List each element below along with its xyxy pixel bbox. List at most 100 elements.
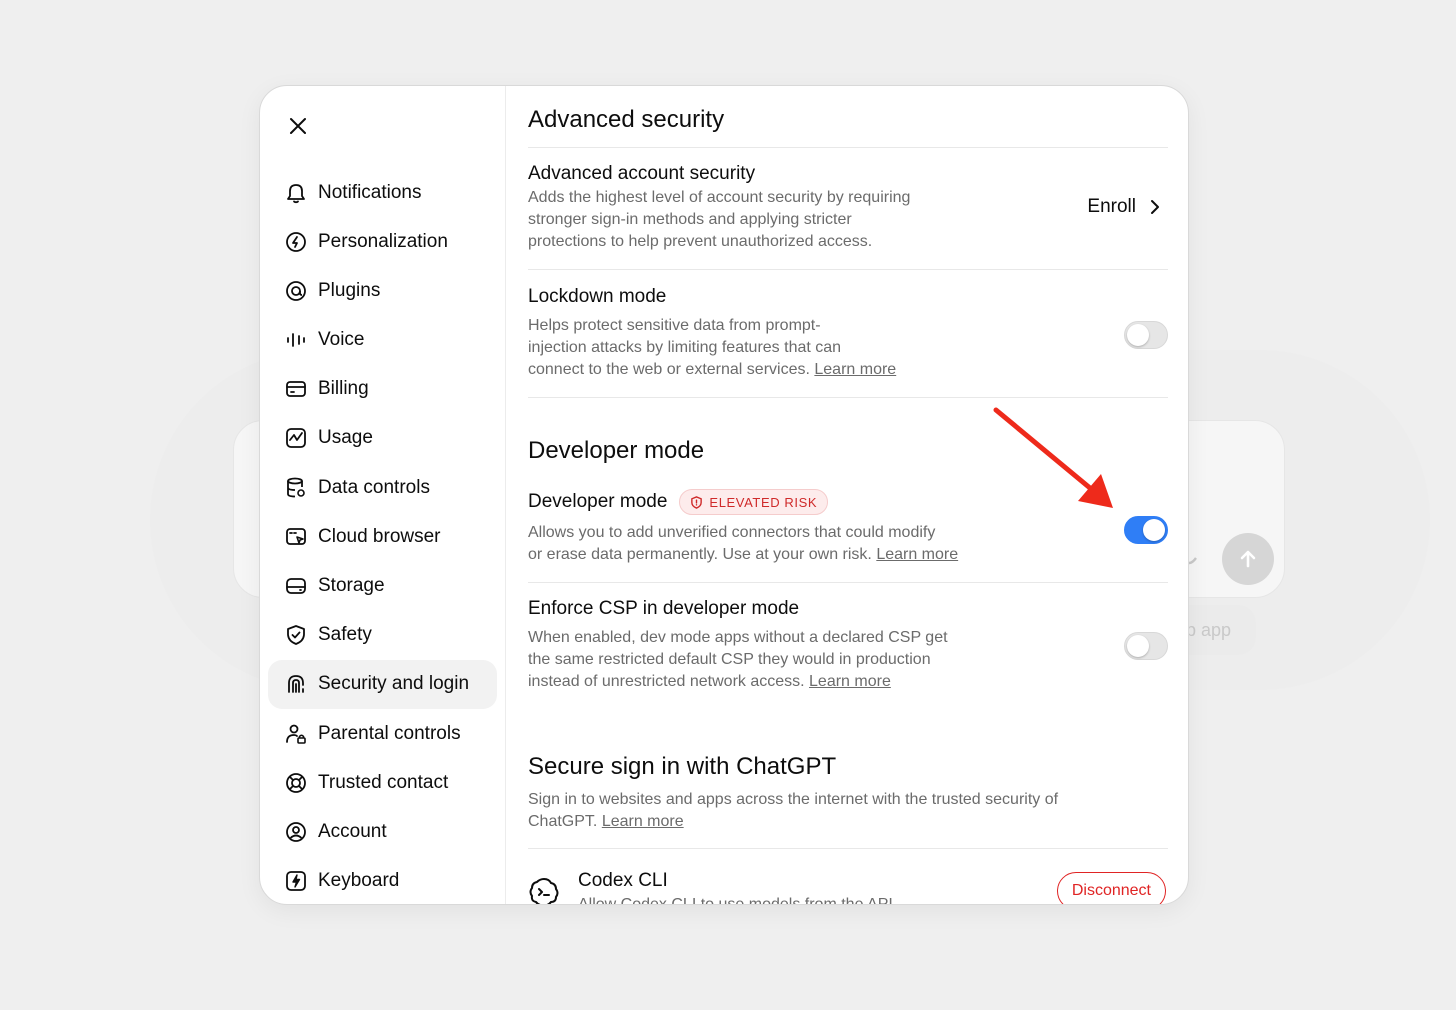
send-button xyxy=(1222,533,1274,585)
disconnect-button[interactable]: Disconnect xyxy=(1056,872,1166,904)
sidebar-item-account[interactable]: Account xyxy=(268,807,497,856)
sidebar-item-label: Voice xyxy=(318,329,365,351)
description-text: instead of unrestricted network access. xyxy=(528,673,805,690)
description-line: When enabled, dev mode apps without a de… xyxy=(528,629,948,646)
developer-mode-title: Developer mode xyxy=(528,491,668,512)
cloud-browser-icon xyxy=(284,525,308,549)
enroll-button[interactable]: Enroll xyxy=(1087,196,1166,218)
sidebar-item-label: Billing xyxy=(318,378,369,400)
sidebar-item-voice[interactable]: Voice xyxy=(268,316,497,365)
shield-check-icon xyxy=(284,623,308,647)
alert-shield-icon xyxy=(691,495,703,509)
storage-icon xyxy=(284,574,308,598)
background-chip-label: p app xyxy=(1186,619,1232,640)
lifebuoy-icon xyxy=(284,771,308,795)
sidebar-item-label: Usage xyxy=(318,427,373,449)
sidebar-item-label: Plugins xyxy=(318,279,381,301)
sidebar-item-cloud-browser[interactable]: Cloud browser xyxy=(268,512,497,561)
sidebar-item-label: Data controls xyxy=(318,476,430,498)
security-login-icon xyxy=(284,672,308,696)
description-line: instead of unrestricted network access. … xyxy=(528,671,1008,693)
enforce-csp-description: When enabled, dev mode apps without a de… xyxy=(528,627,1008,693)
sidebar-item-label: Parental controls xyxy=(318,722,461,744)
description-line: the same restricted default CSP they wou… xyxy=(528,651,931,668)
developer-mode-toggle[interactable] xyxy=(1124,516,1168,544)
divider xyxy=(528,147,1168,148)
bell-icon xyxy=(284,181,308,205)
sidebar-item-label: Keyboard xyxy=(318,870,400,892)
lockdown-mode-description: Helps protect sensitive data from prompt… xyxy=(528,315,968,381)
sidebar-item-label: Security and login xyxy=(318,673,470,695)
description-text: connect to the web or external services. xyxy=(528,361,810,378)
sidebar-item-safety[interactable]: Safety xyxy=(268,611,497,660)
description-line: Sign in to websites and apps across the … xyxy=(528,791,1059,808)
sidebar-item-label: Notifications xyxy=(318,181,422,203)
developer-mode-description: Allows you to add unverified connectors … xyxy=(528,522,1008,566)
divider xyxy=(528,582,1168,583)
sidebar-item-label: Safety xyxy=(318,624,372,646)
divider xyxy=(528,269,1168,270)
sidebar-item-billing[interactable]: Billing xyxy=(268,365,497,414)
codex-cli-description: Allow Codex CLI to use models from the A… xyxy=(578,894,1038,904)
section-title-developer-mode: Developer mode xyxy=(528,437,705,464)
sidebar-item-plugins[interactable]: Plugins xyxy=(268,266,497,315)
sidebar-item-trusted-contact[interactable]: Trusted contact xyxy=(268,758,497,807)
sidebar-item-label: Personalization xyxy=(318,230,448,252)
description-line: Adds the highest level of account securi… xyxy=(528,189,911,206)
chevron-right-icon xyxy=(1151,200,1159,214)
usage-chart-icon xyxy=(284,426,308,450)
close-button[interactable] xyxy=(284,112,312,140)
sidebar-item-personalization[interactable]: Personalization xyxy=(268,217,497,266)
sidebar-item-label: Cloud browser xyxy=(318,525,441,547)
developer-mode-row-header: Developer mode ELEVATED RISK xyxy=(528,489,1168,515)
divider xyxy=(528,397,1168,398)
lockdown-mode-title: Lockdown mode xyxy=(528,286,667,307)
enforce-csp-toggle[interactable] xyxy=(1124,632,1168,660)
learn-more-link[interactable]: Learn more xyxy=(876,546,958,563)
sidebar-item-keyboard[interactable]: Keyboard xyxy=(268,857,497,904)
sidebar-item-storage[interactable]: Storage xyxy=(268,562,497,611)
advanced-account-security-title: Advanced account security xyxy=(528,163,756,184)
toggle-knob xyxy=(1127,324,1149,346)
settings-nav: Notifications Personalization Plugins Voice… xyxy=(268,168,497,904)
description-line: connect to the web or external services.… xyxy=(528,359,968,381)
learn-more-link[interactable]: Learn more xyxy=(809,673,891,690)
sidebar-item-label: Storage xyxy=(318,575,385,596)
settings-sidebar: Notifications Personalization Plugins Voice… xyxy=(260,86,506,904)
sidebar-item-data-controls[interactable]: Data controls xyxy=(268,463,497,512)
codex-cli-icon xyxy=(529,877,559,904)
advanced-account-security-description: Adds the highest level of account securi… xyxy=(528,187,968,253)
voice-waveform-icon xyxy=(284,328,308,352)
credit-card-icon xyxy=(284,377,308,401)
sidebar-item-parental-controls[interactable]: Parental controls xyxy=(268,709,497,758)
elevated-risk-badge: ELEVATED RISK xyxy=(679,489,829,515)
description-line: Allows you to add unverified connectors … xyxy=(528,524,936,541)
description-text: ChatGPT. xyxy=(528,813,598,830)
sidebar-item-notifications[interactable]: Notifications xyxy=(268,168,497,217)
plugins-icon xyxy=(284,279,308,303)
sidebar-item-security-and-login[interactable]: Security and login xyxy=(268,659,497,709)
close-icon xyxy=(290,118,306,134)
codex-cli-title: Codex CLI xyxy=(578,870,668,891)
description-line: protections to help prevent unauthorized… xyxy=(528,233,873,250)
description-line: injection attacks by limiting features t… xyxy=(528,339,842,356)
enroll-label: Enroll xyxy=(1087,196,1136,217)
description-line: ChatGPT. Learn more xyxy=(528,811,1148,833)
settings-modal: Notifications Personalization Plugins Voice… xyxy=(259,85,1189,905)
lockdown-mode-toggle[interactable] xyxy=(1124,321,1168,349)
toggle-knob xyxy=(1127,635,1149,657)
secure-signin-description: Sign in to websites and apps across the … xyxy=(528,789,1148,833)
personalization-icon xyxy=(284,230,308,254)
section-title-advanced-security: Advanced security xyxy=(528,106,725,133)
arrow-up-icon xyxy=(1240,550,1256,568)
account-icon xyxy=(284,820,308,844)
badge-label: ELEVATED RISK xyxy=(709,494,818,510)
learn-more-link[interactable]: Learn more xyxy=(814,361,896,378)
learn-more-link[interactable]: Learn more xyxy=(602,813,684,830)
enforce-csp-title: Enforce CSP in developer mode xyxy=(528,598,800,619)
section-title-secure-signin: Secure sign in with ChatGPT xyxy=(528,753,837,780)
keyboard-bolt-icon xyxy=(284,869,308,893)
divider xyxy=(528,848,1168,849)
toggle-knob xyxy=(1143,519,1165,541)
sidebar-item-usage[interactable]: Usage xyxy=(268,414,497,463)
